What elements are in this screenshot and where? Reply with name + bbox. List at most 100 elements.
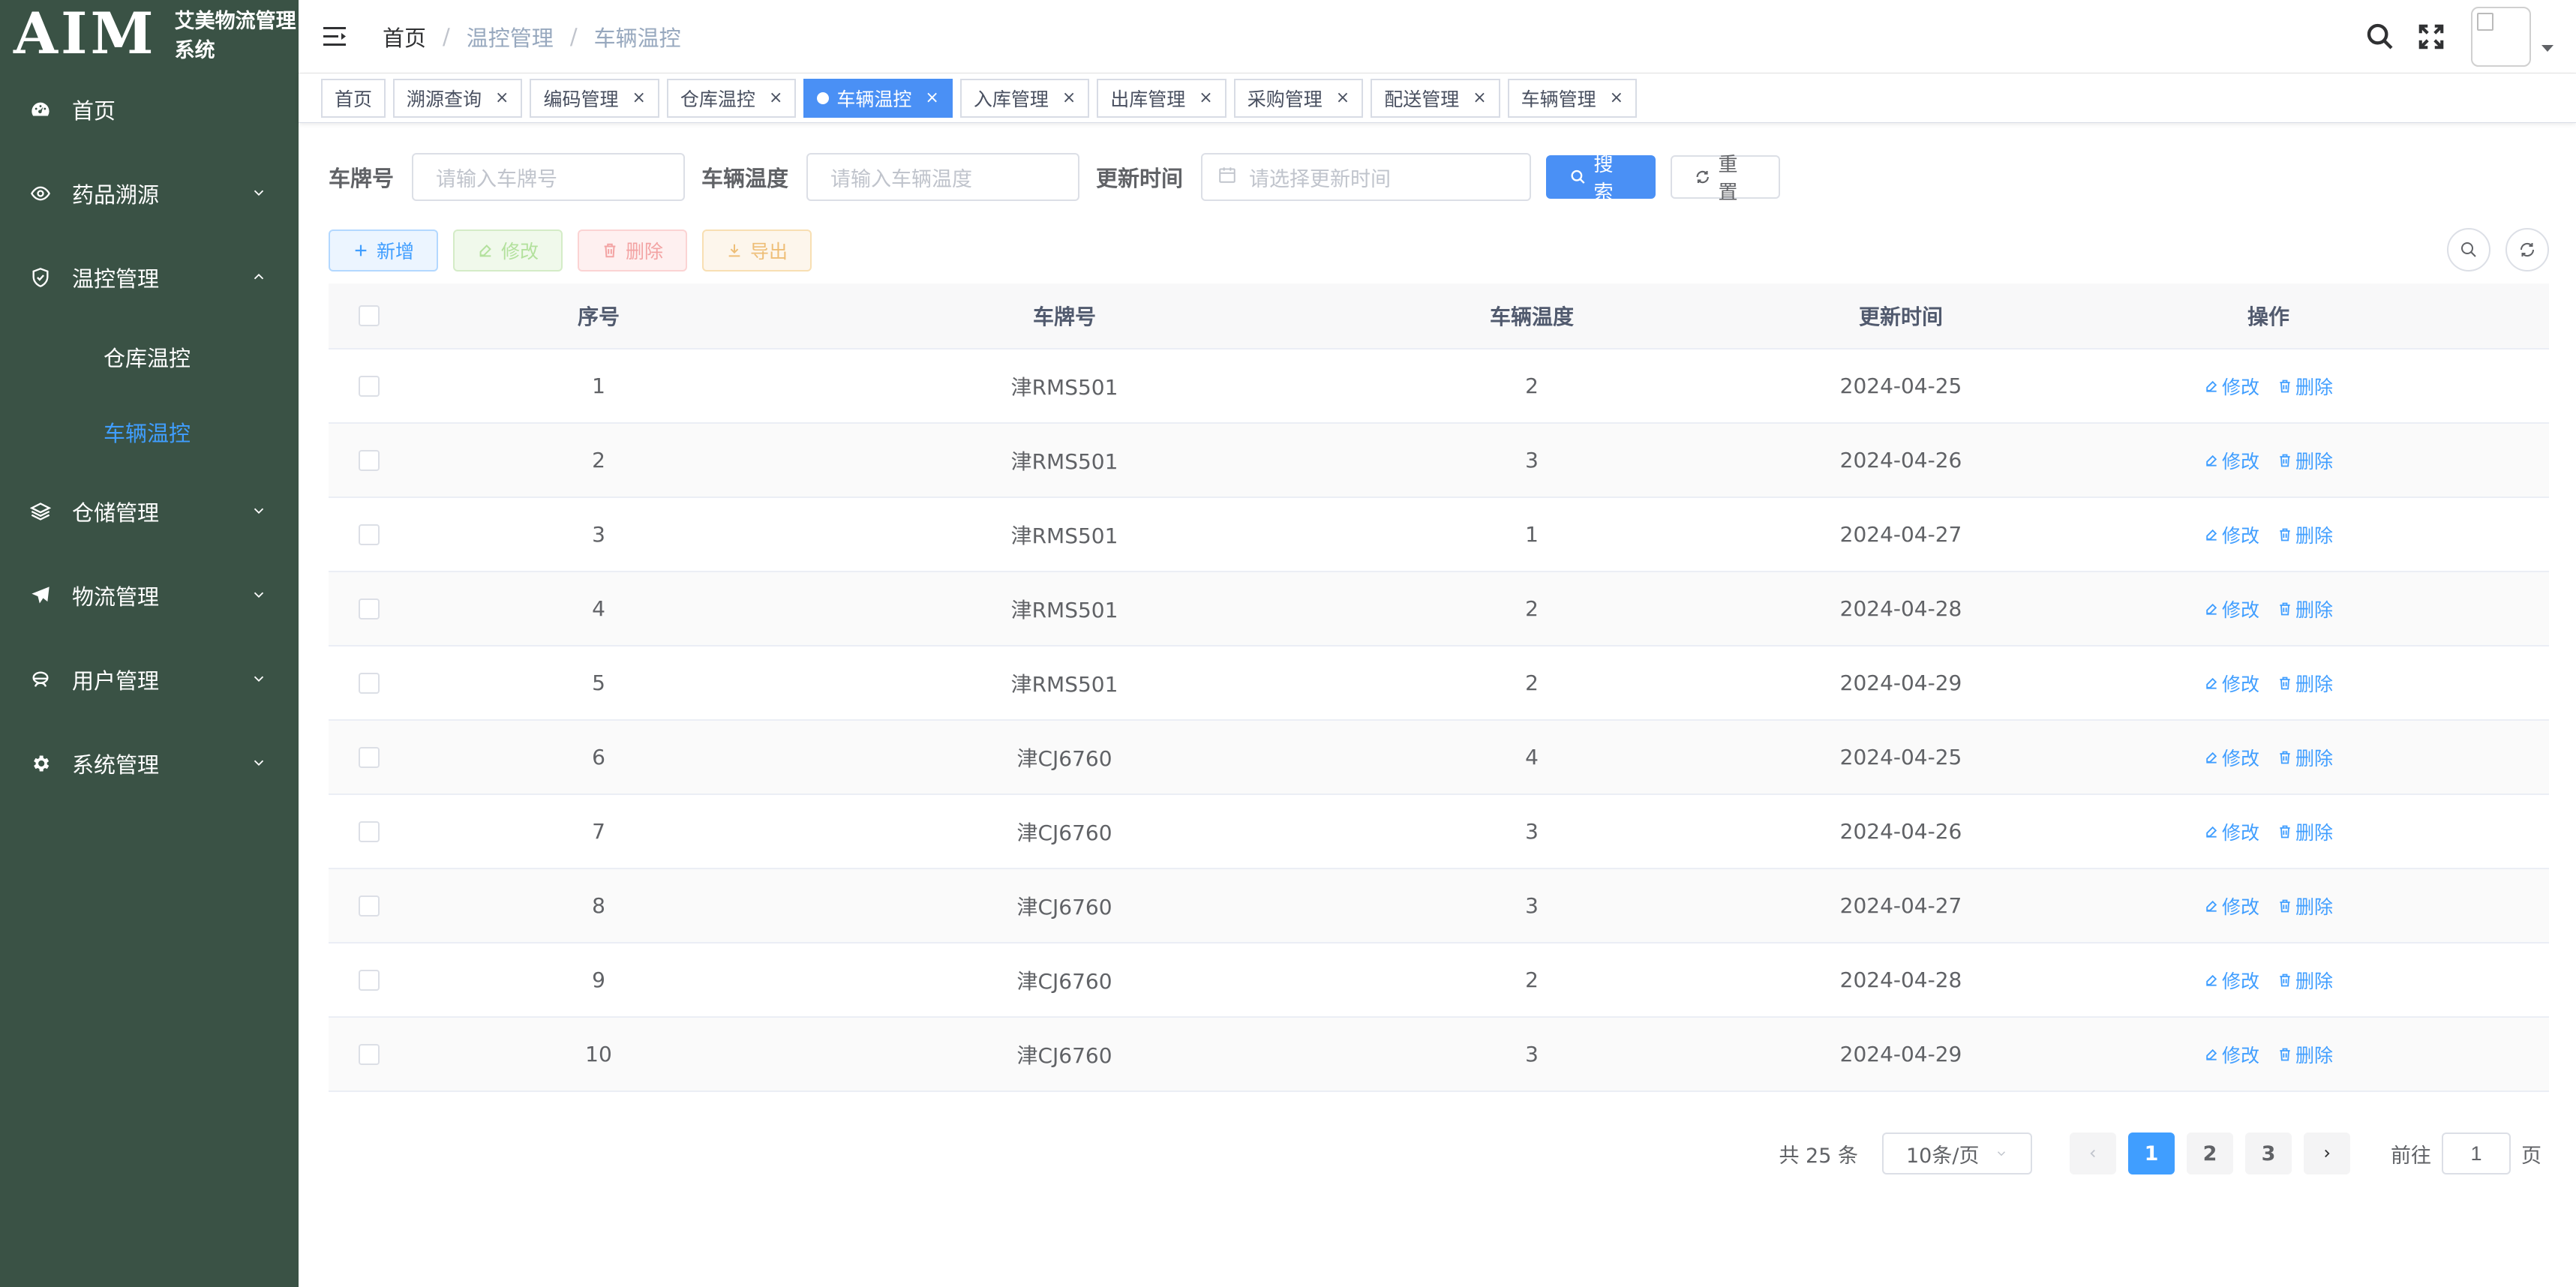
trash-icon — [604, 243, 616, 258]
row-edit-link[interactable]: 修改 — [2204, 670, 2259, 697]
add-button[interactable]: 新增 — [329, 230, 439, 272]
row-edit-link[interactable]: 修改 — [2204, 1041, 2259, 1068]
row-checkbox[interactable] — [359, 598, 380, 620]
sidebar-item-home[interactable]: 首页 — [0, 68, 299, 152]
next-page-button[interactable] — [2304, 1132, 2350, 1174]
delete-button[interactable]: 删除 — [578, 230, 688, 272]
tag-label: 车辆管理 — [1521, 88, 1596, 110]
row-delete-link[interactable]: 删除 — [2277, 744, 2333, 771]
row-edit-link[interactable]: 修改 — [2204, 447, 2259, 474]
row-edit-link[interactable]: 修改 — [2204, 892, 2259, 920]
row-delete-link[interactable]: 删除 — [2277, 521, 2333, 548]
close-icon[interactable]: × — [495, 88, 509, 107]
sidebar-item-users[interactable]: 用户管理 — [0, 638, 299, 722]
cell-index: 6 — [592, 745, 605, 770]
tag-purchase[interactable]: 采购管理 × — [1233, 78, 1364, 118]
temp-input[interactable]: 请输入车辆温度 — [806, 153, 1080, 201]
cell-plate: 津RMS501 — [1010, 671, 1118, 697]
caret-down-icon[interactable] — [2541, 44, 2553, 52]
row-delete-link[interactable]: 删除 — [2277, 967, 2333, 994]
export-button[interactable]: 导出 — [702, 230, 812, 272]
plate-input[interactable]: 请输入车牌号 — [412, 153, 686, 201]
page-size-select[interactable]: 10条/页 — [1882, 1132, 2032, 1174]
toggle-search-button[interactable] — [2447, 228, 2490, 272]
tag-vehicle-temp[interactable]: 车辆温控 × — [803, 78, 953, 118]
close-icon[interactable]: × — [632, 88, 645, 107]
refresh-icon — [2520, 242, 2535, 257]
time-placeholder: 请选择更新时间 — [1249, 167, 1392, 191]
row-checkbox[interactable] — [359, 969, 380, 991]
close-icon[interactable]: × — [925, 88, 938, 107]
cell-ops: 修改 删除 — [2079, 373, 2457, 400]
close-icon[interactable]: × — [1336, 88, 1350, 107]
row-edit-link[interactable]: 修改 — [2204, 818, 2259, 845]
tag-vehicle-manage[interactable]: 车辆管理 × — [1507, 78, 1638, 118]
tag-inbound[interactable]: 入库管理 × — [959, 78, 1090, 118]
close-icon[interactable]: × — [1610, 88, 1623, 107]
breadcrumb-home[interactable]: 首页 — [383, 21, 426, 52]
page-button-2[interactable]: 2 — [2187, 1132, 2233, 1174]
trash-icon — [2280, 751, 2290, 764]
reset-button[interactable]: 重置 — [1671, 154, 1781, 204]
row-checkbox[interactable] — [359, 375, 380, 397]
close-icon[interactable]: × — [769, 88, 782, 107]
sidebar-subitem-vehicle-temp[interactable]: 车辆温控 — [0, 394, 299, 470]
sidebar-item-trace[interactable]: 药品溯源 — [0, 152, 299, 236]
tags-view: 首页 溯源查询 × 编码管理 × 仓库温控 × 车辆温控 × 入库管理 × 出库管理 × 采… — [299, 74, 2576, 123]
tag-delivery[interactable]: 配送管理 × — [1371, 78, 1500, 118]
hamburger-icon[interactable] — [323, 23, 350, 50]
close-icon[interactable]: × — [1473, 88, 1486, 107]
cell-index: 7 — [592, 819, 605, 844]
close-icon[interactable]: × — [1062, 88, 1076, 107]
select-all-checkbox[interactable] — [359, 305, 380, 326]
close-icon[interactable]: × — [1199, 88, 1212, 107]
tag-outbound[interactable]: 出库管理 × — [1097, 78, 1226, 118]
row-checkbox[interactable] — [359, 672, 380, 694]
sidebar-item-temp[interactable]: 温控管理 — [0, 236, 299, 320]
row-delete-link[interactable]: 删除 — [2277, 447, 2333, 474]
row-checkbox[interactable] — [359, 895, 380, 916]
tag-home[interactable]: 首页 — [321, 78, 386, 118]
row-edit-link[interactable]: 修改 — [2204, 596, 2259, 622]
row-edit-link[interactable]: 修改 — [2204, 373, 2259, 400]
cell-temp: 3 — [1525, 448, 1539, 472]
row-delete-link[interactable]: 删除 — [2277, 670, 2333, 697]
sidebar-subitem-warehouse-temp[interactable]: 仓库温控 — [0, 320, 299, 394]
row-delete-label: 删除 — [2295, 821, 2334, 844]
row-edit-link[interactable]: 修改 — [2204, 744, 2259, 771]
cell-temp: 1 — [1525, 522, 1539, 547]
search-icon[interactable] — [2363, 20, 2397, 54]
prev-page-button[interactable] — [2070, 1132, 2116, 1174]
goto-page-input[interactable] — [2442, 1132, 2511, 1174]
row-delete-link[interactable]: 删除 — [2277, 892, 2333, 920]
row-delete-link[interactable]: 删除 — [2277, 818, 2333, 845]
search-button[interactable]: 搜索 — [1546, 154, 1656, 204]
sidebar-item-logistics[interactable]: 物流管理 — [0, 554, 299, 638]
logo[interactable]: AIM 艾美物流管理系统 — [0, 0, 299, 68]
time-picker[interactable]: 请选择更新时间 — [1201, 153, 1532, 201]
tag-warehouse-temp[interactable]: 仓库温控 × — [666, 78, 797, 118]
sidebar-item-system[interactable]: 系统管理 — [0, 722, 299, 806]
tag-code-manage[interactable]: 编码管理 × — [530, 78, 659, 118]
row-edit-link[interactable]: 修改 — [2204, 967, 2259, 994]
row-edit-link[interactable]: 修改 — [2204, 521, 2259, 548]
edit-button[interactable]: 修改 — [453, 230, 563, 272]
sidebar-item-storage[interactable]: 仓储管理 — [0, 470, 299, 554]
pagination-total: 共 25 条 — [1779, 1144, 1858, 1168]
page-button-1[interactable]: 1 — [2128, 1132, 2175, 1174]
sidebar-item-label: 首页 — [72, 98, 116, 124]
refresh-button[interactable] — [2505, 228, 2549, 272]
header-temp: 车辆温度 — [1489, 304, 1574, 329]
row-delete-link[interactable]: 删除 — [2277, 596, 2333, 622]
row-checkbox[interactable] — [359, 746, 380, 768]
row-checkbox[interactable] — [359, 449, 380, 471]
row-delete-link[interactable]: 删除 — [2277, 373, 2333, 400]
fullscreen-icon[interactable] — [2414, 20, 2448, 54]
row-checkbox[interactable] — [359, 820, 380, 842]
tag-trace-query[interactable]: 溯源查询 × — [393, 78, 523, 118]
row-checkbox[interactable] — [359, 1043, 380, 1065]
row-delete-link[interactable]: 删除 — [2277, 1041, 2333, 1068]
page-button-3[interactable]: 3 — [2245, 1132, 2292, 1174]
avatar[interactable] — [2471, 7, 2531, 67]
row-checkbox[interactable] — [359, 524, 380, 545]
